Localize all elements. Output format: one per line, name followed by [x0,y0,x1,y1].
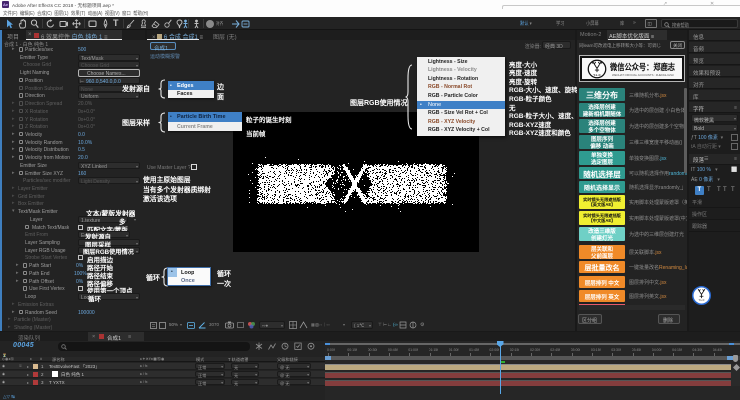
svg-text:Y.L.C: Y.L.C [593,72,601,76]
svg-text:Y.L.C: Y.L.C [699,299,705,302]
